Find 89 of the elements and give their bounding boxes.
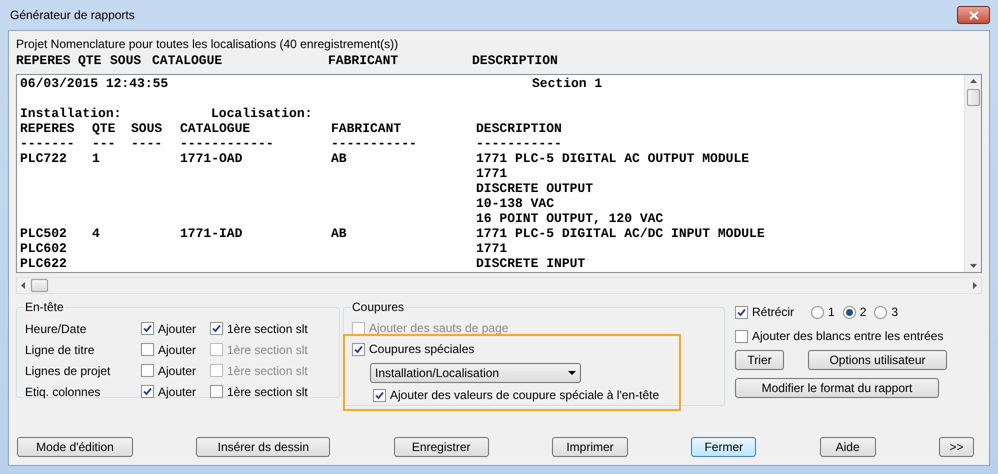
first-section-checkbox[interactable]: 1ère section slt: [210, 382, 308, 400]
report-cell: 1771 PLC-5 DIGITAL AC/DC INPUT MODULE: [476, 226, 765, 241]
caret-icon: [568, 371, 576, 375]
scroll-right-icon[interactable]: [973, 282, 977, 289]
report-cell: DISCRETE INPUT: [476, 256, 586, 271]
break-dropdown[interactable]: Installation/Localisation: [370, 363, 581, 383]
column-header: DESCRIPTION: [472, 53, 558, 68]
radio-option[interactable]: 3: [874, 303, 898, 321]
radio-option[interactable]: 1: [811, 303, 835, 321]
report-cell: ------------: [180, 136, 274, 151]
column-header: CATALOGUE: [152, 53, 222, 68]
check-icon: [375, 390, 384, 400]
report-cell: PLC622: [20, 256, 67, 271]
report-cell: 10-138 VAC: [476, 196, 554, 211]
horizontal-scrollbar[interactable]: [16, 277, 982, 294]
scroll-down-icon[interactable]: [970, 264, 976, 268]
section-title: Section 1: [532, 76, 602, 91]
report-cell: QTE: [92, 121, 116, 136]
group-title: En-tête: [24, 299, 65, 316]
scroll-left-icon[interactable]: [21, 282, 25, 289]
column-header: FABRICANT: [328, 53, 398, 68]
installation-label: Installation:: [20, 106, 122, 121]
setting-label: Heure/Date: [25, 322, 86, 336]
shrink-checkbox[interactable]: Rétrécir: [735, 303, 811, 321]
add-checkbox[interactable]: Ajouter: [141, 320, 210, 338]
check-icon: [737, 308, 746, 316]
report-cell: FABRICANT: [331, 121, 402, 136]
report-cell: SOUS: [131, 121, 162, 136]
report-cell: CATALOGUE: [180, 121, 250, 136]
report-cell: REPERES: [20, 121, 75, 136]
check-icon: [354, 344, 363, 354]
close-button[interactable]: [957, 6, 990, 24]
report-cell: ----: [131, 136, 162, 151]
vertical-scrollbar[interactable]: [964, 75, 981, 272]
scroll-thumb[interactable]: [966, 89, 980, 106]
setting-label: Lignes de projet: [25, 364, 110, 378]
setting-label: Ligne de titre: [25, 342, 94, 356]
group-title: Coupures: [351, 299, 406, 316]
check-icon: [143, 387, 152, 396]
report-date: 06/03/2015 12:43:55: [20, 76, 170, 91]
column-header: SOUS: [110, 53, 142, 68]
report-cell: -----------: [476, 136, 562, 151]
report-cell: AB: [331, 226, 347, 241]
report-cell: ---: [92, 136, 116, 151]
check-icon: [143, 324, 152, 333]
button[interactable]: Aide: [820, 437, 876, 457]
column-header: QTE: [78, 53, 102, 68]
setting-label: Etiq. colonnes: [25, 384, 100, 398]
localisation-label: Localisation:: [211, 106, 312, 121]
button[interactable]: Insérer ds dessin: [196, 437, 330, 457]
window-title: Générateur de rapports: [10, 7, 135, 24]
add-values-checkbox[interactable]: Ajouter des valeurs de coupure spéciale à l'en-tête: [373, 386, 660, 404]
add-checkbox[interactable]: Ajouter: [141, 340, 210, 358]
report-cell: DESCRIPTION: [476, 121, 562, 136]
first-section-checkbox[interactable]: 1ère section slt: [210, 320, 308, 338]
scroll-thumb[interactable]: [31, 279, 48, 292]
report-cell: -------: [20, 136, 75, 151]
report-cell: 1771-IAD: [180, 226, 242, 241]
button[interactable]: Enregistrer: [394, 437, 489, 457]
report-cell: 1771: [476, 166, 508, 181]
button[interactable]: >>: [938, 437, 974, 457]
button[interactable]: Mode d'édition: [17, 437, 133, 457]
button[interactable]: Options utilisateur: [808, 350, 947, 370]
blanks-checkbox[interactable]: Ajouter des blancs entre les entrées: [735, 327, 944, 345]
report-cell: 1771 PLC-5 DIGITAL AC OUTPUT MODULE: [476, 151, 750, 166]
report-cell: 1771: [476, 241, 508, 256]
add-checkbox[interactable]: Ajouter: [141, 382, 210, 400]
add-checkbox[interactable]: Ajouter: [141, 362, 210, 380]
check-icon: [212, 324, 221, 333]
report-cell: 1: [92, 151, 100, 166]
button[interactable]: Fermer: [691, 437, 756, 457]
close-icon: [968, 10, 978, 20]
report-cell: -----------: [331, 136, 417, 151]
report-cell: PLC602: [20, 241, 67, 256]
project-line: Projet Nomenclature pour toutes les localisations (40 enregistrement(s)): [16, 37, 398, 51]
button[interactable]: Imprimer: [552, 437, 628, 457]
button[interactable]: Trier: [735, 350, 784, 370]
report-cell: 4: [92, 226, 100, 241]
report-cell: AB: [331, 151, 347, 166]
column-header: REPERES: [16, 53, 71, 68]
scroll-up-icon[interactable]: [970, 79, 976, 83]
report-cell: 16 POINT OUTPUT, 120 VAC: [476, 211, 664, 226]
radio-option[interactable]: 2: [842, 303, 866, 321]
report-cell: DISCRETE OUTPUT: [476, 181, 594, 196]
special-breaks-checkbox[interactable]: Coupures spéciales: [352, 340, 474, 358]
report-cell: PLC722: [20, 151, 67, 166]
report-cell: 1771-OAD: [180, 151, 242, 166]
report-cell: PLC502: [20, 226, 67, 241]
button[interactable]: Modifier le format du rapport: [735, 378, 939, 398]
